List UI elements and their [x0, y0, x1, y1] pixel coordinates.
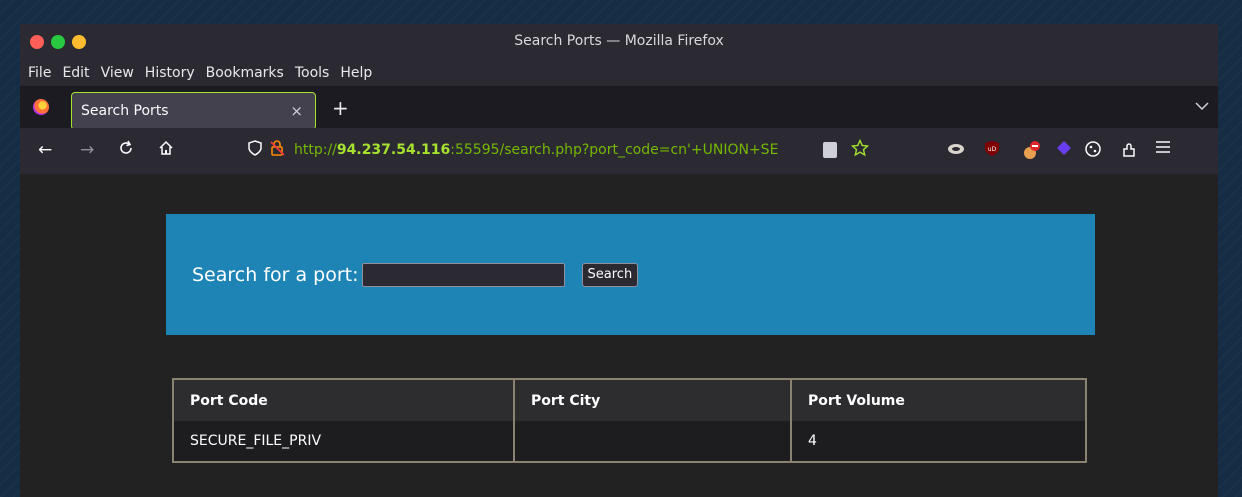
home-button[interactable]	[158, 140, 174, 161]
url-text[interactable]: http://94.237.54.116:55595/search.php?po…	[294, 142, 778, 158]
menu-icon[interactable]	[1155, 140, 1171, 158]
reload-button[interactable]	[118, 140, 134, 161]
header-port-code: Port Code	[173, 379, 515, 421]
menu-file[interactable]: File	[28, 65, 51, 81]
url-path: :55595/search.php?port_code=cn'+UNION+SE	[450, 142, 779, 158]
extension-cookie-icon[interactable]	[947, 140, 965, 160]
back-button[interactable]: ←	[38, 140, 52, 160]
extension-badge-icon[interactable]	[1021, 140, 1041, 164]
svg-text:uD: uD	[988, 146, 997, 153]
search-label: Search for a port:	[192, 263, 359, 286]
url-bar[interactable]: http://94.237.54.116:55595/search.php?po…	[248, 140, 778, 160]
page-content: Search for a port: Search Port Code Port…	[20, 174, 1218, 497]
reader-view-icon[interactable]	[823, 142, 837, 158]
new-tab-button[interactable]: +	[332, 96, 349, 120]
shield-icon[interactable]	[248, 140, 262, 160]
menu-help[interactable]: Help	[340, 65, 372, 81]
search-button[interactable]: Search	[581, 262, 639, 287]
navigation-toolbar: ← → http://94.237.54.116:55595/search.ph…	[20, 128, 1218, 174]
extension-diamond-icon[interactable]	[1056, 140, 1072, 160]
forward-button[interactable]: →	[80, 140, 94, 160]
tab-title: Search Ports	[81, 103, 169, 119]
header-port-city: Port City	[514, 379, 792, 421]
title-bar: Search Ports — Mozilla Firefox	[20, 24, 1218, 60]
url-scheme: http://	[294, 142, 337, 158]
cell-port-city	[514, 421, 792, 462]
extension-cookie-eater-icon[interactable]	[1084, 140, 1102, 162]
menu-history[interactable]: History	[145, 65, 195, 81]
lock-warning-icon[interactable]	[270, 140, 286, 160]
extensions-icon[interactable]	[1121, 140, 1139, 162]
menu-view[interactable]: View	[101, 65, 134, 81]
menu-bookmarks[interactable]: Bookmarks	[206, 65, 284, 81]
tab-search-ports[interactable]: Search Ports ×	[71, 92, 316, 130]
tab-bar: Search Ports × +	[20, 86, 1218, 130]
browser-window: Search Ports — Mozilla Firefox File Edit…	[20, 24, 1218, 497]
window-title: Search Ports — Mozilla Firefox	[514, 33, 724, 49]
list-tabs-chevron-icon[interactable]	[1195, 98, 1209, 114]
tab-close-icon[interactable]: ×	[290, 102, 303, 120]
menu-bar: File Edit View History Bookmarks Tools H…	[20, 60, 1218, 86]
results-table: Port Code Port City Port Volume SECURE_F…	[172, 378, 1087, 463]
cell-port-volume: 4	[791, 421, 1086, 462]
header-port-volume: Port Volume	[791, 379, 1086, 421]
table-row: SECURE_FILE_PRIV 4	[173, 421, 1086, 462]
url-host: 94.237.54.116	[336, 142, 451, 158]
menu-edit[interactable]: Edit	[62, 65, 89, 81]
port-search-input[interactable]	[361, 262, 565, 287]
search-banner: Search for a port: Search	[166, 214, 1095, 335]
ublock-origin-icon[interactable]: uD	[984, 140, 1000, 161]
bookmark-star-icon[interactable]	[850, 138, 870, 162]
menu-tools[interactable]: Tools	[295, 65, 330, 81]
table-header-row: Port Code Port City Port Volume	[173, 379, 1086, 421]
firefox-icon[interactable]	[33, 99, 49, 115]
cell-port-code: SECURE_FILE_PRIV	[173, 421, 515, 462]
